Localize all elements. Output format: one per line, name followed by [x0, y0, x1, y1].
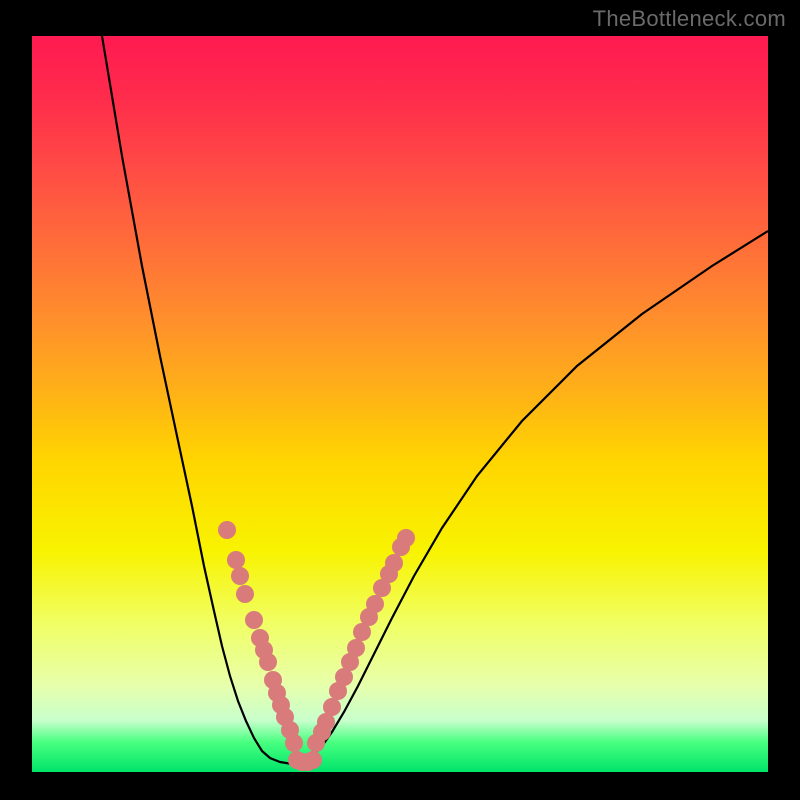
series-marker [218, 521, 236, 539]
chart-area [32, 36, 768, 772]
series-marker [366, 595, 384, 613]
series-marker [245, 611, 263, 629]
curve-right-branch [292, 231, 768, 764]
bottleneck-curve [32, 36, 768, 772]
watermark-text: TheBottleneck.com [593, 6, 786, 32]
series-marker [231, 567, 249, 585]
series-marker [259, 653, 277, 671]
series-marker [227, 551, 245, 569]
series-marker [323, 698, 341, 716]
series-marker [304, 751, 322, 769]
series-marker [285, 734, 303, 752]
marker-dots [218, 521, 415, 771]
curve-lines [102, 36, 768, 764]
series-marker [347, 639, 365, 657]
series-marker [397, 529, 415, 547]
series-marker [385, 554, 403, 572]
series-marker [236, 585, 254, 603]
